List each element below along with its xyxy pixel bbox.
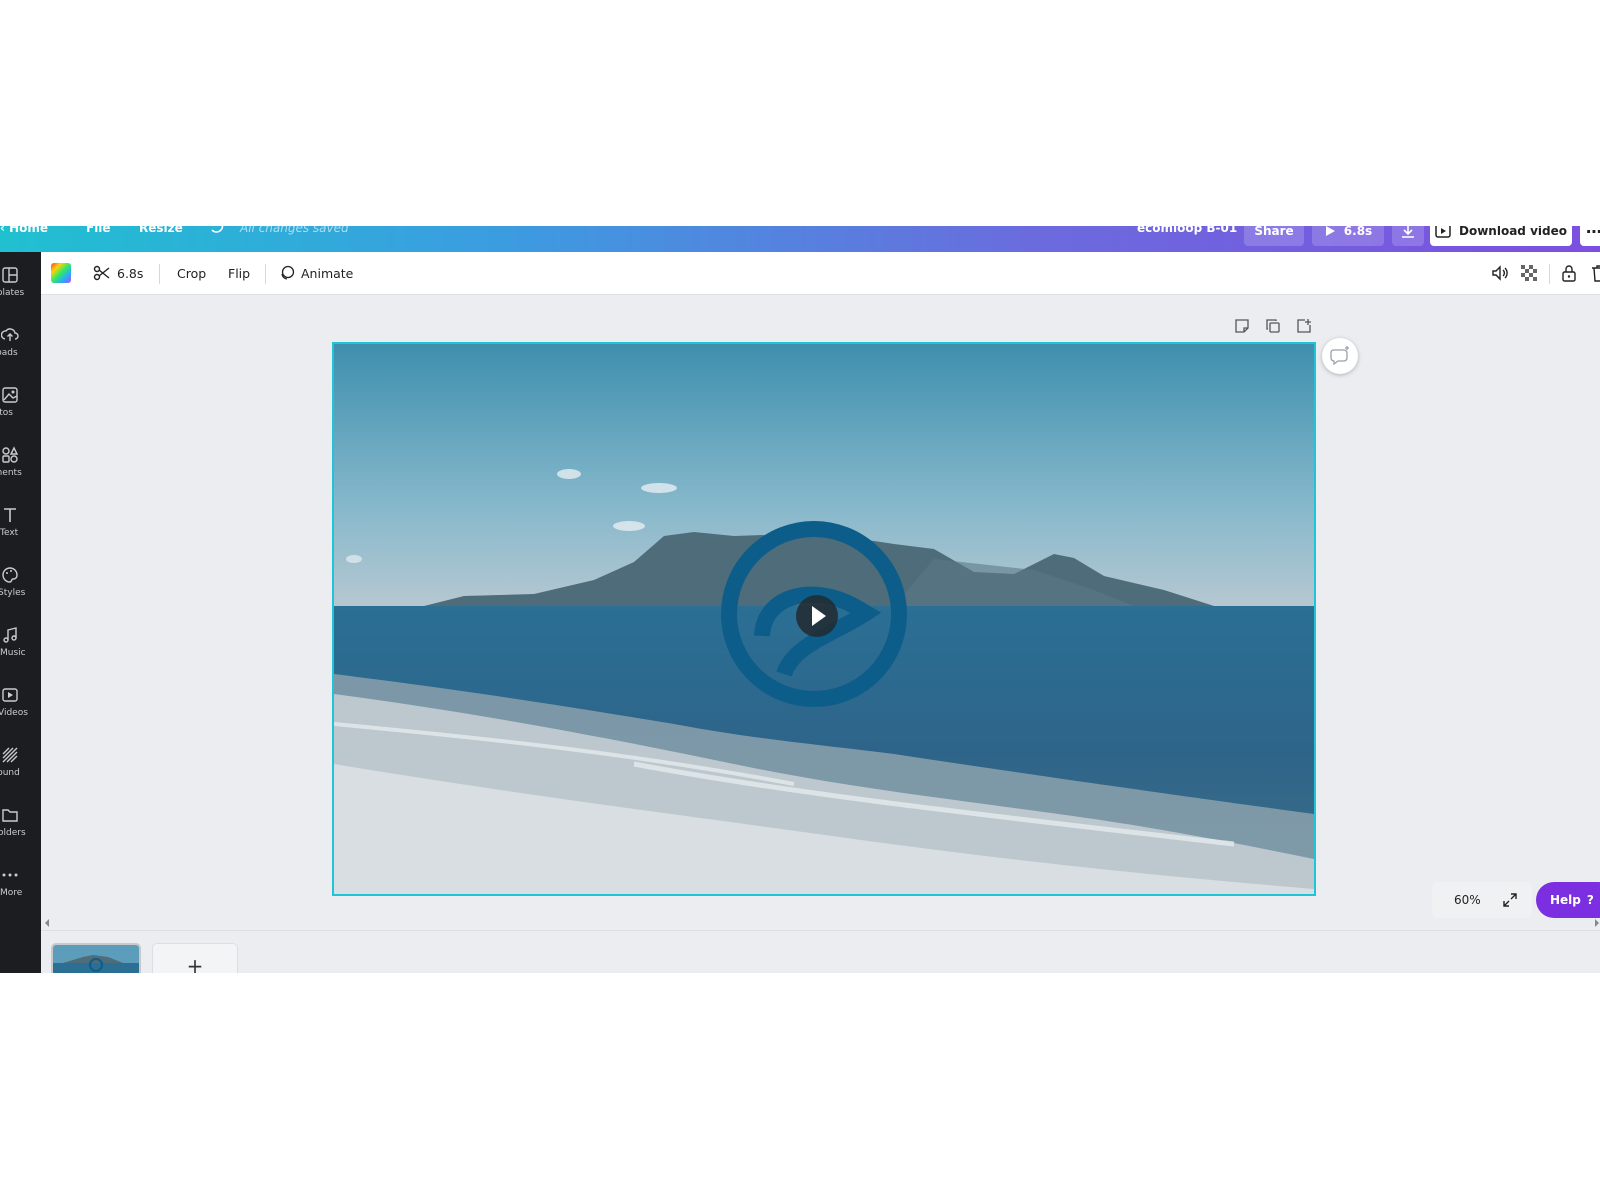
add-comment-button[interactable] bbox=[1322, 338, 1358, 374]
page-thumbnail[interactable] bbox=[51, 943, 141, 973]
sidebar-item-styles[interactable]: Styles bbox=[0, 566, 41, 622]
chevron-left-icon: ‹ bbox=[0, 226, 10, 235]
download-icon bbox=[1402, 226, 1414, 238]
undo-icon[interactable] bbox=[208, 226, 224, 238]
share-button[interactable]: Share bbox=[1244, 226, 1304, 246]
volume-button[interactable] bbox=[1491, 252, 1509, 294]
background-icon bbox=[2, 747, 18, 763]
video-download-icon bbox=[1435, 226, 1451, 238]
ellipsis-icon: ⋯ bbox=[1586, 226, 1600, 241]
download-video-button[interactable]: Download video bbox=[1430, 226, 1572, 246]
transparency-icon bbox=[1521, 265, 1537, 281]
add-note-icon[interactable] bbox=[1234, 318, 1250, 338]
zoom-control[interactable]: 60% bbox=[1432, 882, 1532, 918]
add-page-icon[interactable] bbox=[1296, 318, 1312, 338]
left-sidebar: mplates ploads hotos ements Text Styles … bbox=[0, 252, 41, 973]
sidebar-item-uploads[interactable]: ploads bbox=[0, 326, 41, 382]
flip-button[interactable]: Flip bbox=[228, 252, 250, 294]
folders-icon bbox=[2, 809, 18, 822]
sidebar-item-elements[interactable]: ements bbox=[0, 446, 41, 502]
delete-button[interactable] bbox=[1591, 252, 1600, 294]
toolbar-divider bbox=[159, 264, 160, 284]
save-status: All changes saved bbox=[240, 226, 349, 235]
scissors-icon bbox=[93, 265, 110, 281]
file-menu[interactable]: File bbox=[86, 226, 111, 238]
fullscreen-icon[interactable] bbox=[1502, 892, 1518, 908]
lock-button[interactable] bbox=[1561, 252, 1577, 294]
toolbar-divider bbox=[1549, 264, 1550, 284]
comment-icon bbox=[1330, 346, 1349, 366]
more-options-button[interactable]: ⋯ bbox=[1580, 226, 1600, 246]
trash-icon bbox=[1592, 265, 1600, 282]
music-icon bbox=[3, 627, 17, 643]
sidebar-item-text[interactable]: Text bbox=[0, 506, 41, 562]
videos-icon bbox=[2, 688, 18, 702]
sidebar-item-photos[interactable]: hotos bbox=[0, 386, 41, 442]
animate-icon bbox=[281, 265, 295, 280]
more-icon bbox=[2, 873, 18, 877]
home-link[interactable]: ‹ Home bbox=[0, 226, 48, 238]
editor-toolbar: 6.8s Crop Flip Animate bbox=[41, 252, 1600, 295]
sidebar-item-background[interactable]: ground bbox=[0, 746, 41, 802]
sidebar-item-folders[interactable]: olders bbox=[0, 806, 41, 862]
trim-button[interactable]: 6.8s bbox=[93, 252, 143, 294]
play-icon bbox=[1325, 226, 1335, 236]
crop-button[interactable]: Crop bbox=[177, 252, 206, 294]
sidebar-item-videos[interactable]: Videos bbox=[0, 686, 41, 742]
download-icon-button[interactable] bbox=[1392, 226, 1424, 246]
templates-icon bbox=[2, 267, 18, 283]
sidebar-item-more[interactable]: More bbox=[0, 866, 41, 922]
video-frame-image[interactable] bbox=[334, 344, 1314, 894]
scroll-left-icon[interactable] bbox=[44, 918, 50, 928]
color-picker-button[interactable] bbox=[51, 252, 71, 294]
sidebar-item-music[interactable]: Music bbox=[0, 626, 41, 682]
color-swatch-icon bbox=[51, 263, 71, 283]
present-button[interactable]: 6.8s bbox=[1312, 226, 1384, 246]
resize-menu[interactable]: Resize bbox=[139, 226, 183, 238]
elements-icon bbox=[2, 446, 19, 463]
photos-icon bbox=[2, 387, 18, 403]
horizontal-scrollbar[interactable] bbox=[44, 918, 1600, 928]
scroll-right-icon[interactable] bbox=[1594, 918, 1600, 928]
animate-button[interactable]: Animate bbox=[279, 252, 353, 294]
transparency-button[interactable] bbox=[1521, 252, 1537, 294]
volume-icon bbox=[1492, 265, 1508, 281]
document-title[interactable]: ecomloop B-01 bbox=[1137, 226, 1237, 238]
editor-app: ‹ Home File Resize All changes saved eco… bbox=[0, 226, 1600, 973]
text-icon bbox=[4, 508, 16, 522]
duplicate-page-icon[interactable] bbox=[1265, 318, 1281, 338]
question-icon: ? bbox=[1586, 893, 1594, 907]
add-page-button[interactable]: + bbox=[152, 943, 238, 973]
styles-icon bbox=[2, 567, 18, 583]
help-button[interactable]: Help ? bbox=[1536, 882, 1600, 918]
toolbar-divider bbox=[265, 264, 266, 284]
top-bar: ‹ Home File Resize All changes saved eco… bbox=[0, 226, 1600, 252]
design-canvas[interactable] bbox=[332, 342, 1316, 896]
page-strip: + bbox=[41, 930, 1600, 973]
sidebar-item-templates[interactable]: mplates bbox=[0, 266, 41, 322]
uploads-icon bbox=[1, 328, 19, 341]
zoom-level[interactable]: 60% bbox=[1454, 893, 1481, 907]
lock-icon bbox=[1562, 265, 1576, 282]
